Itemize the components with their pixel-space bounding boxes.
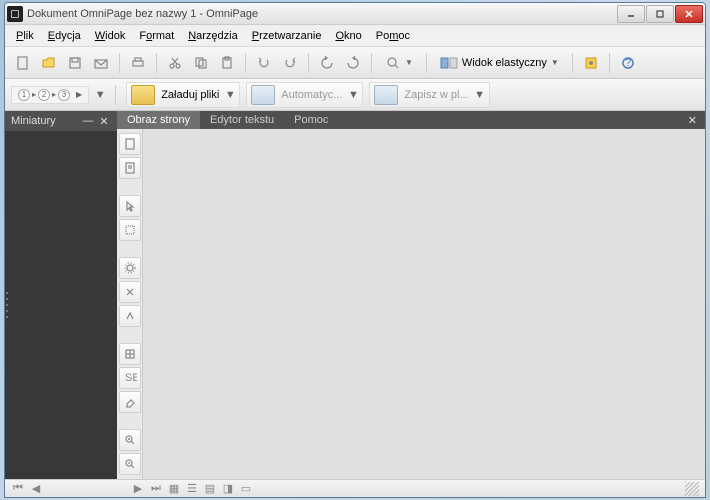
menu-narzedzia[interactable]: Narzędzia <box>181 28 245 44</box>
paste-icon[interactable] <box>215 51 239 75</box>
save-to-button[interactable]: Zapisz w pl... ▼ <box>369 82 489 108</box>
window-title: Dokument OmniPage bez nazwy 1 - OmniPage <box>27 8 617 20</box>
tool-separator-2 <box>119 243 141 255</box>
statusbar: ⏮ ◀ ▶ ⏭ ▦ ☰ ▤ ◨ ▭ <box>5 479 705 497</box>
zoom-out-icon[interactable] <box>119 453 141 475</box>
gear-icon[interactable] <box>119 257 141 279</box>
panel-minimize-icon[interactable]: — <box>81 114 95 128</box>
workflow-toolbar: 1 ▸ 2 ▸ 3 ▶ ▼ Załaduj pliki ▼ Automatyc.… <box>5 79 705 111</box>
zone-order-icon[interactable] <box>119 305 141 327</box>
menu-pomoc[interactable]: Pomoc <box>369 28 417 44</box>
thumbnails-header: Miniatury — ✕ <box>5 111 117 131</box>
document-pair-icon <box>251 85 275 105</box>
app-icon <box>7 6 23 22</box>
auto-process-button[interactable]: Automatyc... ▼ <box>246 82 363 108</box>
zoom-dropdown[interactable]: ▼ <box>378 51 420 75</box>
page-canvas[interactable] <box>143 129 705 479</box>
close-button[interactable] <box>675 5 703 23</box>
vertical-toolbar: SET <box>117 129 143 479</box>
rotate-left-icon[interactable] <box>315 51 339 75</box>
panel-close-icon[interactable]: ✕ <box>97 114 111 128</box>
options-icon[interactable] <box>579 51 603 75</box>
step-1: 1 <box>18 89 30 101</box>
menu-edycja[interactable]: Edycja <box>41 28 88 44</box>
auto-process-label: Automatyc... <box>281 89 342 101</box>
new-icon[interactable] <box>11 51 35 75</box>
view-mode-dropdown[interactable]: Widok elastyczny ▼ <box>433 51 566 75</box>
svg-text:?: ? <box>625 57 631 69</box>
tabbar: Obraz strony Edytor tekstu Pomoc ✕ <box>117 111 705 129</box>
resize-grip-icon[interactable] <box>685 482 699 496</box>
table-icon[interactable] <box>119 343 141 365</box>
nav-prev-icon[interactable]: ◀ <box>29 483 43 495</box>
tab-close-icon[interactable]: ✕ <box>680 114 705 127</box>
app-window: Dokument OmniPage bez nazwy 1 - OmniPage… <box>4 2 706 498</box>
nav-last-icon[interactable]: ⏭ <box>149 483 163 495</box>
open-icon[interactable] <box>37 51 61 75</box>
nav-next-icon[interactable]: ▶ <box>131 483 145 495</box>
document-save-icon <box>374 85 398 105</box>
menu-format[interactable]: Format <box>132 28 181 44</box>
canvas-area: SET <box>117 129 705 479</box>
panel-grip-icon[interactable] <box>6 290 10 320</box>
wizard-dropdown[interactable]: ▼ <box>95 89 105 101</box>
menubar: Plik Edycja Widok Format Narzędzia Przet… <box>5 25 705 47</box>
copy-icon[interactable] <box>189 51 213 75</box>
workspace: Miniatury — ✕ Obraz strony Edytor tekstu… <box>5 111 705 479</box>
thumbnails-body <box>5 131 117 479</box>
page-lines-icon[interactable] <box>119 157 141 179</box>
view-mode-label: Widok elastyczny <box>462 57 547 69</box>
view-grid-icon[interactable]: ▦ <box>167 483 181 495</box>
page-icon[interactable] <box>119 133 141 155</box>
nav-first-icon[interactable]: ⏮ <box>11 483 25 495</box>
cut-icon[interactable] <box>163 51 187 75</box>
minimize-button[interactable] <box>617 5 645 23</box>
menu-plik[interactable]: Plik <box>9 28 41 44</box>
folder-pair-icon <box>131 85 155 105</box>
view-list-icon[interactable]: ☰ <box>185 483 199 495</box>
menu-przetwarzanie[interactable]: Przetwarzanie <box>245 28 329 44</box>
send-icon[interactable] <box>89 51 113 75</box>
tool-separator <box>119 181 141 193</box>
undo-icon[interactable] <box>252 51 276 75</box>
load-files-label: Załaduj pliki <box>161 89 219 101</box>
menu-okno[interactable]: Okno <box>328 28 368 44</box>
maximize-button[interactable] <box>646 5 674 23</box>
tab-text-editor[interactable]: Edytor tekstu <box>200 111 284 129</box>
help-icon[interactable]: ? <box>616 51 640 75</box>
tab-help[interactable]: Pomoc <box>284 111 338 129</box>
view-detail-icon[interactable]: ▤ <box>203 483 217 495</box>
menu-widok[interactable]: Widok <box>88 28 133 44</box>
tool-separator-3 <box>119 329 141 341</box>
view-single-icon[interactable]: ▭ <box>239 483 253 495</box>
view-split-icon[interactable]: ◨ <box>221 483 235 495</box>
workflow-wizard[interactable]: 1 ▸ 2 ▸ 3 ▶ <box>11 86 89 104</box>
eraser-icon[interactable] <box>119 391 141 413</box>
set-icon[interactable]: SET <box>119 367 141 389</box>
titlebar: Dokument OmniPage bez nazwy 1 - OmniPage <box>5 3 705 25</box>
delete-zone-icon[interactable] <box>119 281 141 303</box>
load-files-button[interactable]: Załaduj pliki ▼ <box>126 82 240 108</box>
redo-icon[interactable] <box>278 51 302 75</box>
thumbnails-title: Miniatury <box>11 115 56 127</box>
tool-separator-4 <box>119 415 141 427</box>
pointer-icon[interactable] <box>119 195 141 217</box>
rotate-right-icon[interactable] <box>341 51 365 75</box>
step-3: 3 <box>58 89 70 101</box>
print-icon[interactable] <box>126 51 150 75</box>
select-area-icon[interactable] <box>119 219 141 241</box>
tab-page-image[interactable]: Obraz strony <box>117 111 200 129</box>
main-panel: Obraz strony Edytor tekstu Pomoc ✕ <box>117 111 705 479</box>
main-toolbar: ▼ Widok elastyczny ▼ ? <box>5 47 705 79</box>
save-icon[interactable] <box>63 51 87 75</box>
thumbnails-panel: Miniatury — ✕ <box>5 111 117 479</box>
step-2: 2 <box>38 89 50 101</box>
save-to-label: Zapisz w pl... <box>404 89 468 101</box>
zoom-in-icon[interactable] <box>119 429 141 451</box>
svg-text:SET: SET <box>125 372 137 384</box>
